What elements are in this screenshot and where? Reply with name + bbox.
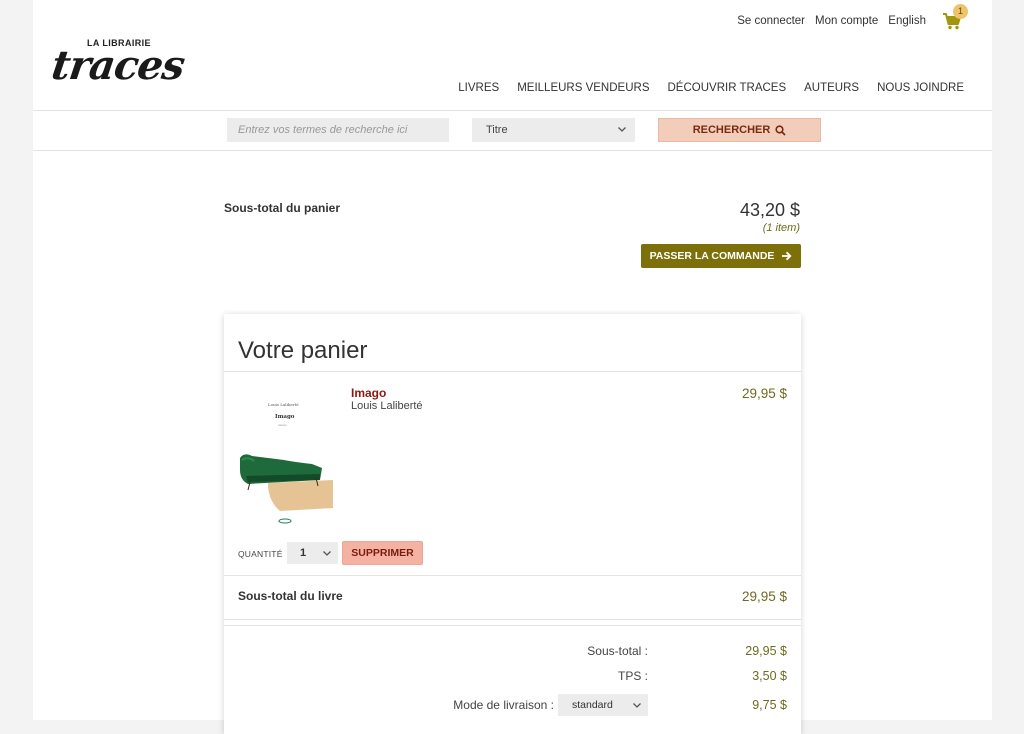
delete-button[interactable]: SUPPRIMER	[342, 541, 423, 565]
page: Se connecter Mon compte English 1 LA LIB…	[33, 0, 992, 734]
quantity-label: QUANTITÉ	[238, 549, 283, 559]
cart-subtotal-label: Sous-total du panier	[224, 201, 341, 215]
divider	[224, 575, 801, 576]
shipping-mode-label: Mode de livraison :	[453, 698, 554, 712]
cover-illustration	[240, 454, 333, 524]
book-price: 29,95 $	[741, 386, 787, 401]
book-title-link[interactable]: Imago	[351, 386, 386, 400]
chevron-down-icon	[633, 703, 641, 708]
language-link[interactable]: English	[888, 15, 926, 27]
cart-card: Votre panier Louis Laliberté Imago roman…	[224, 314, 801, 734]
header-divider	[33, 110, 992, 111]
nav-item-auteurs[interactable]: AUTEURS	[804, 82, 859, 94]
checkout-button-label: PASSER LA COMMANDE	[649, 250, 775, 262]
login-link[interactable]: Se connecter	[737, 15, 805, 27]
checkout-button[interactable]: PASSER LA COMMANDE	[641, 244, 801, 268]
tps-label: TPS :	[617, 669, 648, 683]
search-button[interactable]: RECHERCHER	[658, 118, 821, 142]
divider	[224, 619, 801, 620]
arrow-right-icon	[782, 251, 793, 261]
search-input[interactable]: Entrez vos termes de recherche ici	[227, 118, 449, 142]
book-author: Louis Laliberté	[351, 400, 423, 412]
search-icon	[775, 124, 786, 136]
divider	[224, 625, 801, 626]
logo-text: traces	[48, 42, 188, 89]
cart-count-badge: 1	[953, 4, 968, 19]
nav-item-nous-joindre[interactable]: NOUS JOINDRE	[877, 82, 964, 94]
nav-item-livres[interactable]: LIVRES	[458, 82, 499, 94]
search-button-label: RECHERCHER	[692, 124, 771, 136]
main-nav: LIVRES MEILLEURS VENDEURS DÉCOUVRIR TRAC…	[440, 82, 964, 94]
search-filter-select[interactable]: Titre	[472, 118, 635, 142]
top-links: Se connecter Mon compte English 1	[727, 4, 968, 32]
nav-item-decouvrir-traces[interactable]: DÉCOUVRIR TRACES	[668, 82, 787, 94]
tps-value: 3,50 $	[752, 669, 787, 683]
cart-title: Votre panier	[238, 337, 368, 364]
quantity-select[interactable]: 1	[287, 542, 338, 564]
book-subtotal-label: Sous-total du livre	[238, 589, 343, 603]
shipping-mode-select[interactable]: standard	[558, 694, 648, 716]
chevron-down-icon	[618, 127, 626, 132]
subtotal-value: 29,95 $	[745, 644, 787, 658]
subtotal-label: Sous-total :	[587, 644, 648, 658]
logo[interactable]: LA LIBRAIRIE traces	[48, 38, 192, 98]
cart-subtotal-price: 43,20 $	[739, 200, 800, 220]
book-cover-image[interactable]: Louis Laliberté Imago roman	[238, 386, 333, 534]
quantity-value: 1	[300, 547, 307, 559]
cart-item-count: (1 item)	[762, 222, 800, 234]
shipping-value: 9,75 $	[752, 698, 787, 712]
search-divider	[33, 150, 992, 151]
chevron-down-icon	[323, 551, 331, 556]
cart-button[interactable]: 1	[942, 4, 968, 32]
divider	[224, 371, 801, 372]
account-link[interactable]: Mon compte	[815, 15, 878, 27]
search-filter-value: Titre	[486, 124, 508, 136]
nav-item-meilleurs-vendeurs[interactable]: MEILLEURS VENDEURS	[517, 82, 649, 94]
shipping-mode-value: standard	[572, 699, 613, 711]
book-subtotal-price: 29,95 $	[741, 589, 787, 604]
